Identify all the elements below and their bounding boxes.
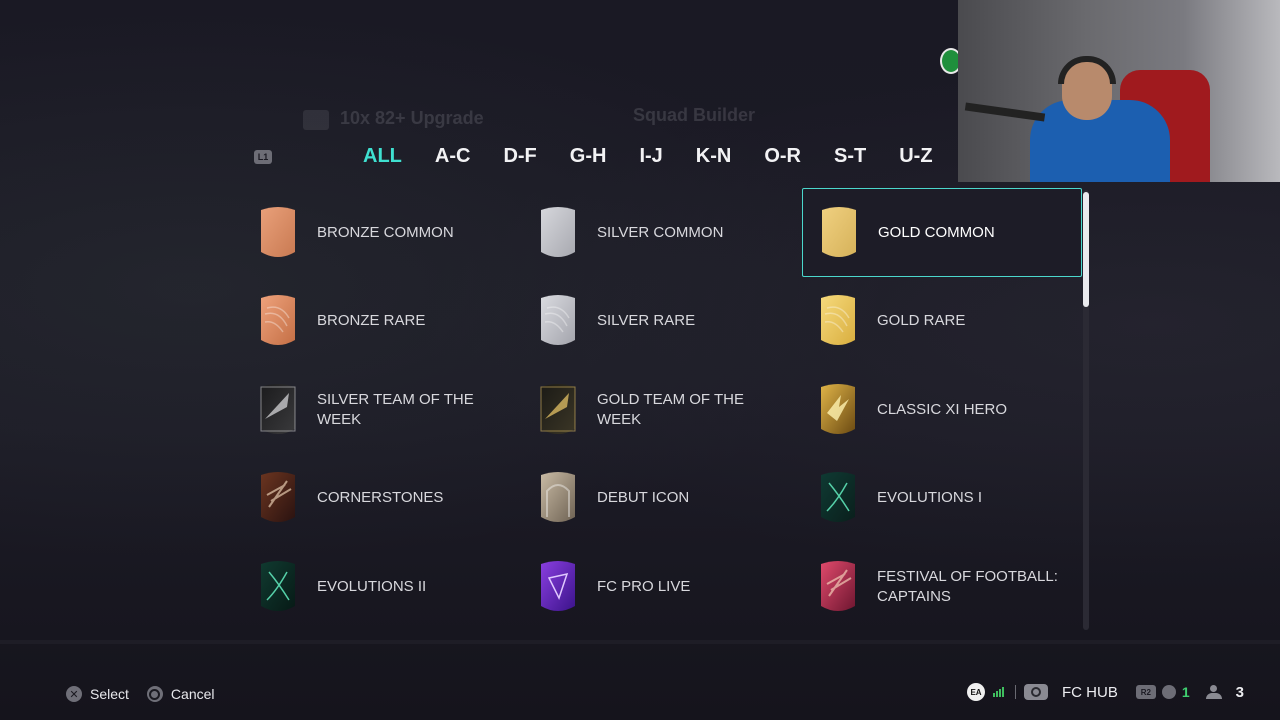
card-style-icon	[817, 294, 859, 348]
tab-i-j[interactable]: I-J	[639, 145, 662, 171]
card-style-label: FC PRO LIVE	[597, 577, 691, 595]
notification-count: 1	[1181, 684, 1190, 700]
card-style-label: CORNERSTONES	[317, 489, 444, 507]
ghost-title: 10x 82+ Upgrade	[340, 108, 484, 128]
card-style-item[interactable]: FC PRO LIVE	[522, 542, 802, 631]
card-style-item[interactable]: CORNERSTONES	[242, 454, 522, 543]
card-style-icon	[817, 471, 859, 525]
card-style-label: BRONZE COMMON	[317, 223, 454, 241]
card-style-icon	[257, 560, 299, 614]
card-style-item[interactable]: DEBUT ICON	[522, 454, 802, 543]
card-style-label: SILVER COMMON	[597, 223, 724, 241]
footer-controls: ✕ Select Cancel	[66, 686, 233, 702]
card-style-icon	[817, 560, 859, 614]
select-action[interactable]: ✕ Select	[66, 686, 129, 702]
card-style-item[interactable]: GOLD COMMON	[802, 188, 1082, 277]
tab-o-r[interactable]: O-R	[764, 145, 801, 171]
card-style-item[interactable]: GOLD TEAM OF THE WEEK	[522, 365, 802, 454]
card-style-label: GOLD TEAM OF THE WEEK	[597, 390, 744, 428]
divider	[1015, 685, 1016, 699]
r2-button-icon[interactable]: R2	[1135, 685, 1156, 699]
friends-icon[interactable]	[1202, 685, 1222, 699]
card-style-item[interactable]: EVOLUTIONS II	[242, 542, 522, 631]
fc-hub-label[interactable]: FC HUB	[1062, 684, 1118, 701]
scrollbar-thumb[interactable]	[1083, 192, 1089, 307]
card-style-label: SILVER TEAM OF THE WEEK	[317, 390, 474, 428]
card-style-item[interactable]: BRONZE COMMON	[242, 188, 522, 277]
card-style-label: CLASSIC XI HERO	[877, 400, 1008, 418]
card-style-label: GOLD RARE	[877, 312, 966, 330]
notification-icon	[1161, 685, 1176, 699]
card-style-icon	[537, 206, 579, 260]
fc-hub-icon	[1024, 684, 1048, 700]
pack-icon	[303, 110, 329, 130]
card-style-icon	[537, 471, 579, 525]
card-style-label: SILVER RARE	[597, 312, 696, 330]
card-style-icon	[537, 560, 579, 614]
card-style-icon	[537, 294, 579, 348]
card-style-label: EVOLUTIONS I	[877, 489, 983, 507]
tab-u-z[interactable]: U-Z	[899, 145, 932, 171]
filter-tabs: ALL A-C D-F G-H I-J K-N O-R S-T U-Z	[363, 145, 966, 171]
tab-all[interactable]: ALL	[363, 145, 402, 171]
card-style-item[interactable]: GOLD RARE	[802, 277, 1082, 366]
card-style-label: EVOLUTIONS II	[317, 577, 427, 595]
tab-k-n[interactable]: K-N	[696, 145, 732, 171]
status-bar: EA FC HUB R2 1 3	[967, 682, 1244, 702]
card-style-icon	[257, 206, 299, 260]
card-style-label: BRONZE RARE	[317, 312, 426, 330]
card-style-grid: BRONZE COMMON SILVER COMMON GOLD COMMON BRO…	[242, 186, 1082, 631]
scrollbar[interactable]	[1083, 190, 1089, 630]
friends-count: 3	[1235, 683, 1244, 701]
card-style-icon	[257, 471, 299, 525]
card-style-label: FESTIVAL OF FOOTBALL: CAPTAINS	[877, 567, 1058, 605]
card-style-label: DEBUT ICON	[597, 489, 690, 507]
card-style-item[interactable]: SILVER RARE	[522, 277, 802, 366]
tab-d-f[interactable]: D-F	[503, 145, 536, 171]
circle-button-icon	[146, 686, 163, 702]
card-style-item[interactable]: FESTIVAL OF FOOTBALL: CAPTAINS	[802, 542, 1082, 631]
card-style-item[interactable]: SILVER TEAM OF THE WEEK	[242, 365, 522, 454]
card-style-item[interactable]: SILVER COMMON	[522, 188, 802, 277]
card-style-icon	[817, 383, 859, 437]
cancel-action[interactable]: Cancel	[146, 686, 215, 702]
cross-button-icon: ✕	[66, 686, 82, 702]
connection-signal-icon	[993, 687, 1005, 697]
tab-s-t[interactable]: S-T	[834, 145, 866, 171]
tab-a-c[interactable]: A-C	[435, 145, 471, 171]
ea-logo-icon: EA	[967, 683, 985, 701]
card-style-icon	[257, 294, 299, 348]
background-line	[0, 640, 1280, 644]
card-style-item[interactable]: BRONZE RARE	[242, 277, 522, 366]
card-style-icon	[257, 383, 299, 437]
cancel-label: Cancel	[170, 686, 215, 702]
card-style-label: GOLD COMMON	[878, 223, 995, 241]
card-style-item[interactable]: EVOLUTIONS I	[802, 454, 1082, 543]
card-style-item[interactable]: CLASSIC XI HERO	[802, 365, 1082, 454]
ghost-section-title: Squad Builder	[633, 105, 756, 125]
card-style-icon	[818, 206, 860, 260]
select-label: Select	[90, 686, 129, 702]
l1-button-icon[interactable]: L1	[254, 150, 272, 164]
card-style-icon	[537, 383, 579, 437]
tab-g-h[interactable]: G-H	[570, 145, 607, 171]
